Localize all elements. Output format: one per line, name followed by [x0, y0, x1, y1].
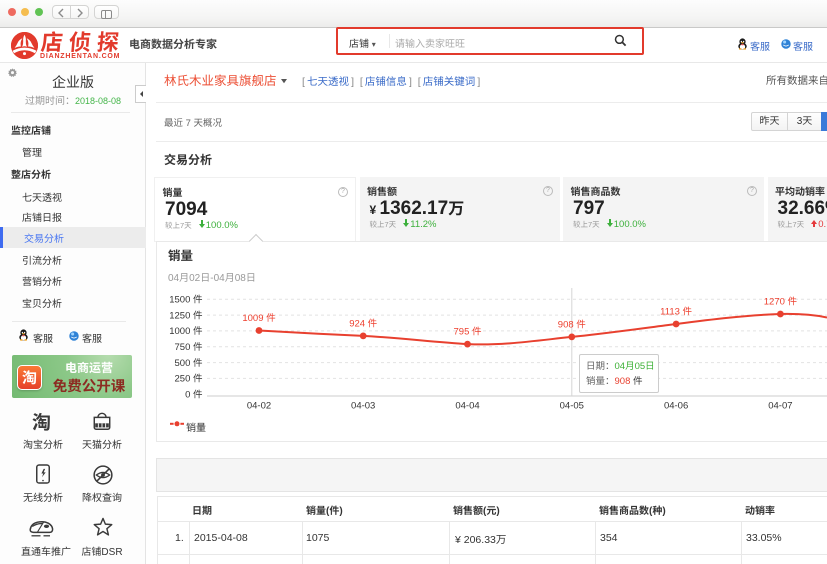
svg-text:0 件: 0 件	[185, 390, 203, 401]
svg-text:795 件: 795 件	[454, 327, 482, 338]
svg-text:750 件: 750 件	[175, 342, 203, 353]
svg-text:250 件: 250 件	[175, 374, 203, 385]
svg-text:04-05: 04-05	[560, 401, 584, 412]
svg-text:1500 件: 1500 件	[169, 295, 203, 306]
svg-text:500 件: 500 件	[175, 358, 203, 369]
svg-text:1113 件: 1113 件	[660, 307, 692, 318]
svg-text:1270 件: 1270 件	[764, 297, 798, 308]
svg-text:1009 件: 1009 件	[242, 313, 276, 324]
svg-text:1250 件: 1250 件	[169, 310, 203, 321]
svg-text:04-04: 04-04	[455, 401, 479, 412]
svg-text:1000 件: 1000 件	[169, 326, 203, 337]
svg-text:04-03: 04-03	[351, 401, 375, 412]
svg-text:04-06: 04-06	[664, 401, 688, 412]
svg-text:04-02: 04-02	[247, 401, 271, 412]
svg-text:924 件: 924 件	[349, 318, 377, 329]
svg-text:04-07: 04-07	[768, 401, 792, 412]
svg-text:908 件: 908 件	[558, 319, 586, 330]
